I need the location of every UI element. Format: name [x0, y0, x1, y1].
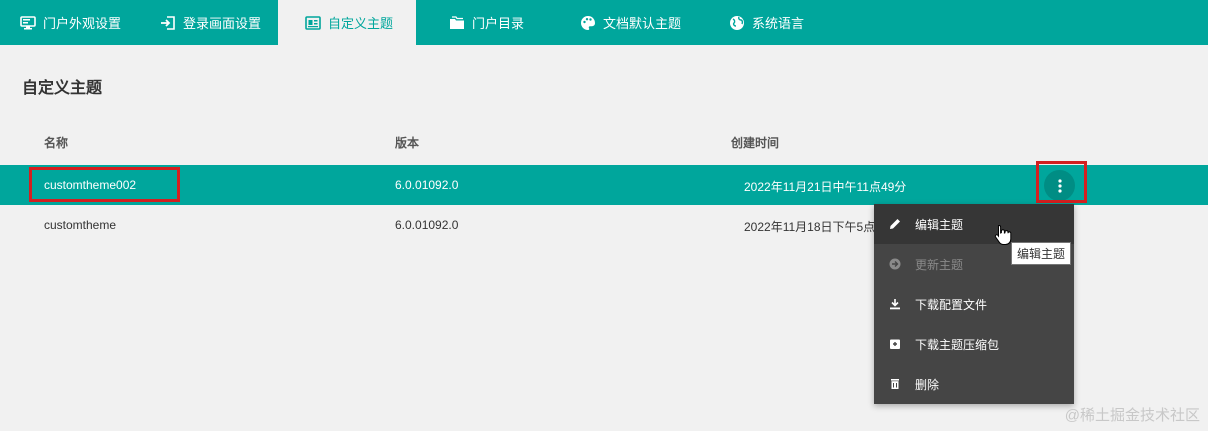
- menu-item-edit-theme[interactable]: 编辑主题: [874, 204, 1074, 244]
- pencil-icon: [889, 218, 901, 230]
- page-title: 自定义主题: [22, 80, 103, 97]
- tab-custom-theme[interactable]: 自定义主题: [278, 0, 416, 45]
- tab-label: 系统语言: [752, 16, 805, 31]
- theme-created-time: 2022年11月21日中午11点49分: [744, 180, 907, 194]
- tab-portal-directory[interactable]: 门户目录: [416, 0, 556, 45]
- column-header-version[interactable]: 版本: [395, 134, 419, 151]
- trash-icon: [889, 378, 901, 390]
- theme-version: 6.0.01092.0: [395, 218, 459, 232]
- download-icon: [889, 298, 901, 310]
- tab-label: 门户外观设置: [43, 16, 122, 31]
- hand-cursor-icon: [994, 224, 1012, 245]
- tab-label: 门户目录: [472, 16, 525, 31]
- tab-portal-appearance[interactable]: 门户外观设置: [0, 0, 140, 45]
- tab-document-default-theme[interactable]: 文档默认主题: [556, 0, 714, 45]
- arrow-circle-icon: [889, 258, 901, 270]
- monitor-icon: [20, 15, 36, 31]
- table-header: 名称 版本 创建时间: [0, 134, 1208, 156]
- menu-item-label: 下载主题压缩包: [915, 337, 1000, 352]
- tooltip: 编辑主题: [1011, 242, 1072, 265]
- theme-version: 6.0.01092.0: [395, 178, 459, 192]
- tab-login-screen[interactable]: 登录画面设置: [140, 0, 278, 45]
- watermark: @稀土掘金技术社区: [1064, 407, 1200, 424]
- settings-tab-bar: 门户外观设置 登录画面设置 自定义主题 门户目录 文档默认主题 系统语言: [0, 0, 1208, 45]
- theme-name: customtheme: [44, 218, 117, 232]
- tab-label: 文档默认主题: [603, 16, 682, 31]
- theme-card-icon: [305, 15, 321, 31]
- annotation-highlight-name: [29, 167, 180, 202]
- column-header-name[interactable]: 名称: [44, 134, 68, 151]
- column-header-created[interactable]: 创建时间: [731, 134, 779, 151]
- menu-item-label: 编辑主题: [915, 217, 964, 232]
- table-row[interactable]: customtheme002 6.0.01092.0 2022年11月21日中午…: [0, 165, 1208, 205]
- tab-label: 自定义主题: [328, 16, 394, 31]
- tab-label: 登录画面设置: [183, 16, 262, 31]
- theme-actions-menu: 编辑主题 更新主题 下载配置文件 下载主题压缩包 删除: [874, 204, 1074, 404]
- menu-item-label: 删除: [915, 377, 940, 392]
- globe-icon: [729, 15, 745, 31]
- theme-created-time: 2022年11月18日下午5点: [744, 220, 876, 234]
- menu-item-label: 下载配置文件: [915, 297, 988, 312]
- palette-icon: [580, 15, 596, 31]
- menu-item-label: 更新主题: [915, 257, 964, 272]
- menu-item-delete[interactable]: 删除: [874, 364, 1074, 404]
- tab-system-language[interactable]: 系统语言: [714, 0, 824, 45]
- archive-icon: [889, 338, 901, 350]
- annotation-highlight-more: [1036, 161, 1087, 203]
- login-icon: [160, 15, 176, 31]
- menu-item-download-theme-zip[interactable]: 下载主题压缩包: [874, 324, 1074, 364]
- folders-icon: [449, 15, 465, 31]
- menu-item-download-config[interactable]: 下载配置文件: [874, 284, 1074, 324]
